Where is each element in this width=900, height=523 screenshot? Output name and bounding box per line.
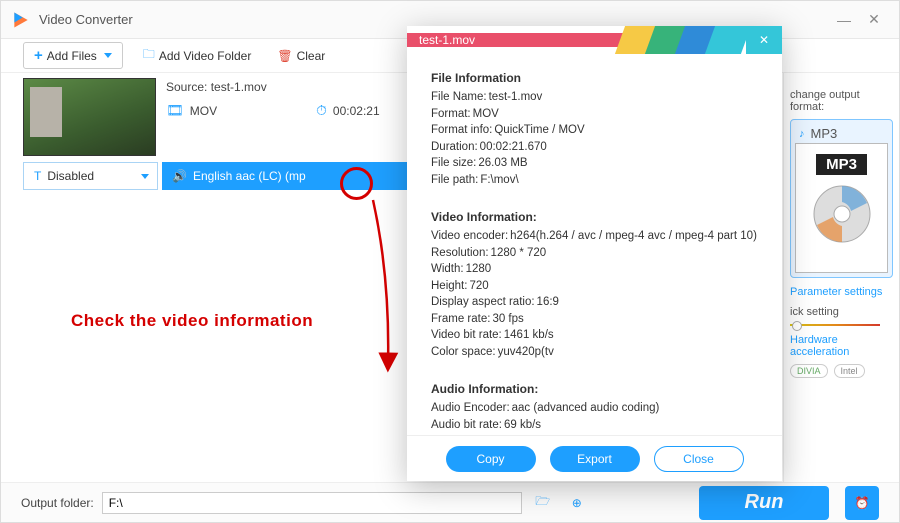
modal-body[interactable]: File Information File Name:test-1.mov For…	[407, 54, 782, 435]
chevron-down-icon	[104, 53, 112, 58]
close-window-button[interactable]: ✕	[859, 5, 889, 35]
modal-close-button[interactable]: ✕	[746, 26, 782, 54]
annotation-arrow	[370, 197, 410, 377]
nvidia-chip: DIVIA	[790, 364, 828, 378]
video-info-heading: Video Information:	[431, 211, 762, 223]
hardware-acceleration-link[interactable]: Hardware acceleration	[790, 334, 893, 358]
intel-chip: Intel	[834, 364, 865, 378]
footer-bar: Output folder: 🗁 ⊕ Run ⏰	[1, 482, 899, 522]
film-icon: 🎞	[166, 102, 184, 119]
open-folder-icon: 🗁	[535, 492, 550, 513]
output-folder-label: Output folder:	[21, 496, 94, 510]
info-row: Format info: QuickTime / MOV	[431, 125, 762, 137]
folder-icon: 🗀	[143, 45, 155, 66]
music-note-icon: ♪	[799, 128, 805, 140]
info-row: File path:F:\mov\	[431, 175, 762, 187]
clock-icon: ⏱	[316, 102, 327, 119]
parameter-settings-link[interactable]: Parameter settings	[790, 286, 893, 298]
trash-icon: 🗑	[277, 49, 292, 63]
info-row: Frame rate:30 fps	[431, 314, 762, 326]
alarm-icon: ⏰	[855, 496, 870, 510]
annotation-text: Check the video information	[71, 311, 313, 331]
output-folder-input[interactable]	[102, 492, 522, 514]
info-row: Display aspect ratio: 16:9	[431, 297, 762, 309]
info-row: Video bit rate:1461 kb/s	[431, 330, 762, 342]
app-title: Video Converter	[39, 12, 829, 27]
subtitle-dropdown[interactable]: T Disabled	[23, 162, 158, 190]
app-logo-icon	[11, 10, 31, 30]
add-video-folder-button[interactable]: 🗀 Add Video Folder	[137, 42, 258, 69]
export-button[interactable]: Export	[550, 446, 640, 472]
quick-setting-slider[interactable]	[790, 324, 880, 326]
chevron-down-icon	[141, 174, 149, 179]
info-row: Resolution:1280 * 720	[431, 248, 762, 260]
info-row: Format:MOV	[431, 109, 762, 121]
output-format-selector[interactable]: ♪ MP3 MP3	[790, 119, 893, 278]
modal-title: test-1.mov	[407, 33, 626, 47]
browse-folder-button[interactable]: 🗁	[530, 492, 556, 514]
output-settings-pane: change output format: ♪ MP3 MP3 Paramete…	[784, 73, 899, 482]
merge-button[interactable]: ⊕	[564, 492, 590, 514]
info-row: File Name:test-1.mov	[431, 92, 762, 104]
close-button[interactable]: Close	[654, 446, 744, 472]
media-info-modal: test-1.mov ✕ File Information File Name:…	[407, 26, 782, 481]
schedule-button[interactable]: ⏰	[845, 486, 879, 520]
info-row: Audio Encoder:aac (advanced audio coding…	[431, 403, 762, 415]
format-badge: MP3	[816, 154, 867, 175]
info-row: Color space: yuv420p(tv	[431, 347, 762, 359]
cd-icon	[811, 183, 873, 245]
add-files-button[interactable]: + Add Files	[23, 42, 123, 69]
change-format-label: change output format:	[790, 89, 893, 113]
minimize-button[interactable]: —	[829, 5, 859, 35]
plus-icon: +	[34, 47, 43, 64]
merge-icon: ⊕	[572, 496, 582, 510]
info-row: Duration:00:02:21.670	[431, 142, 762, 154]
info-row: Video encoder:h264(h.264 / avc / mpeg-4 …	[431, 231, 762, 243]
audio-info-heading: Audio Information:	[431, 383, 762, 395]
speaker-icon: 🔊	[172, 169, 187, 183]
info-row: Height:720	[431, 281, 762, 293]
subtitle-icon: T	[34, 169, 41, 183]
clear-button[interactable]: 🗑 Clear	[271, 46, 331, 66]
info-row: Width:1280	[431, 264, 762, 276]
video-thumbnail[interactable]	[23, 78, 156, 156]
file-info-heading: File Information	[431, 72, 762, 84]
copy-button[interactable]: Copy	[446, 446, 536, 472]
info-row: Audio bit rate:69 kb/s	[431, 420, 762, 432]
run-button[interactable]: Run	[699, 486, 829, 520]
info-row: File size:26.03 MB	[431, 158, 762, 170]
close-icon: ✕	[759, 33, 769, 47]
